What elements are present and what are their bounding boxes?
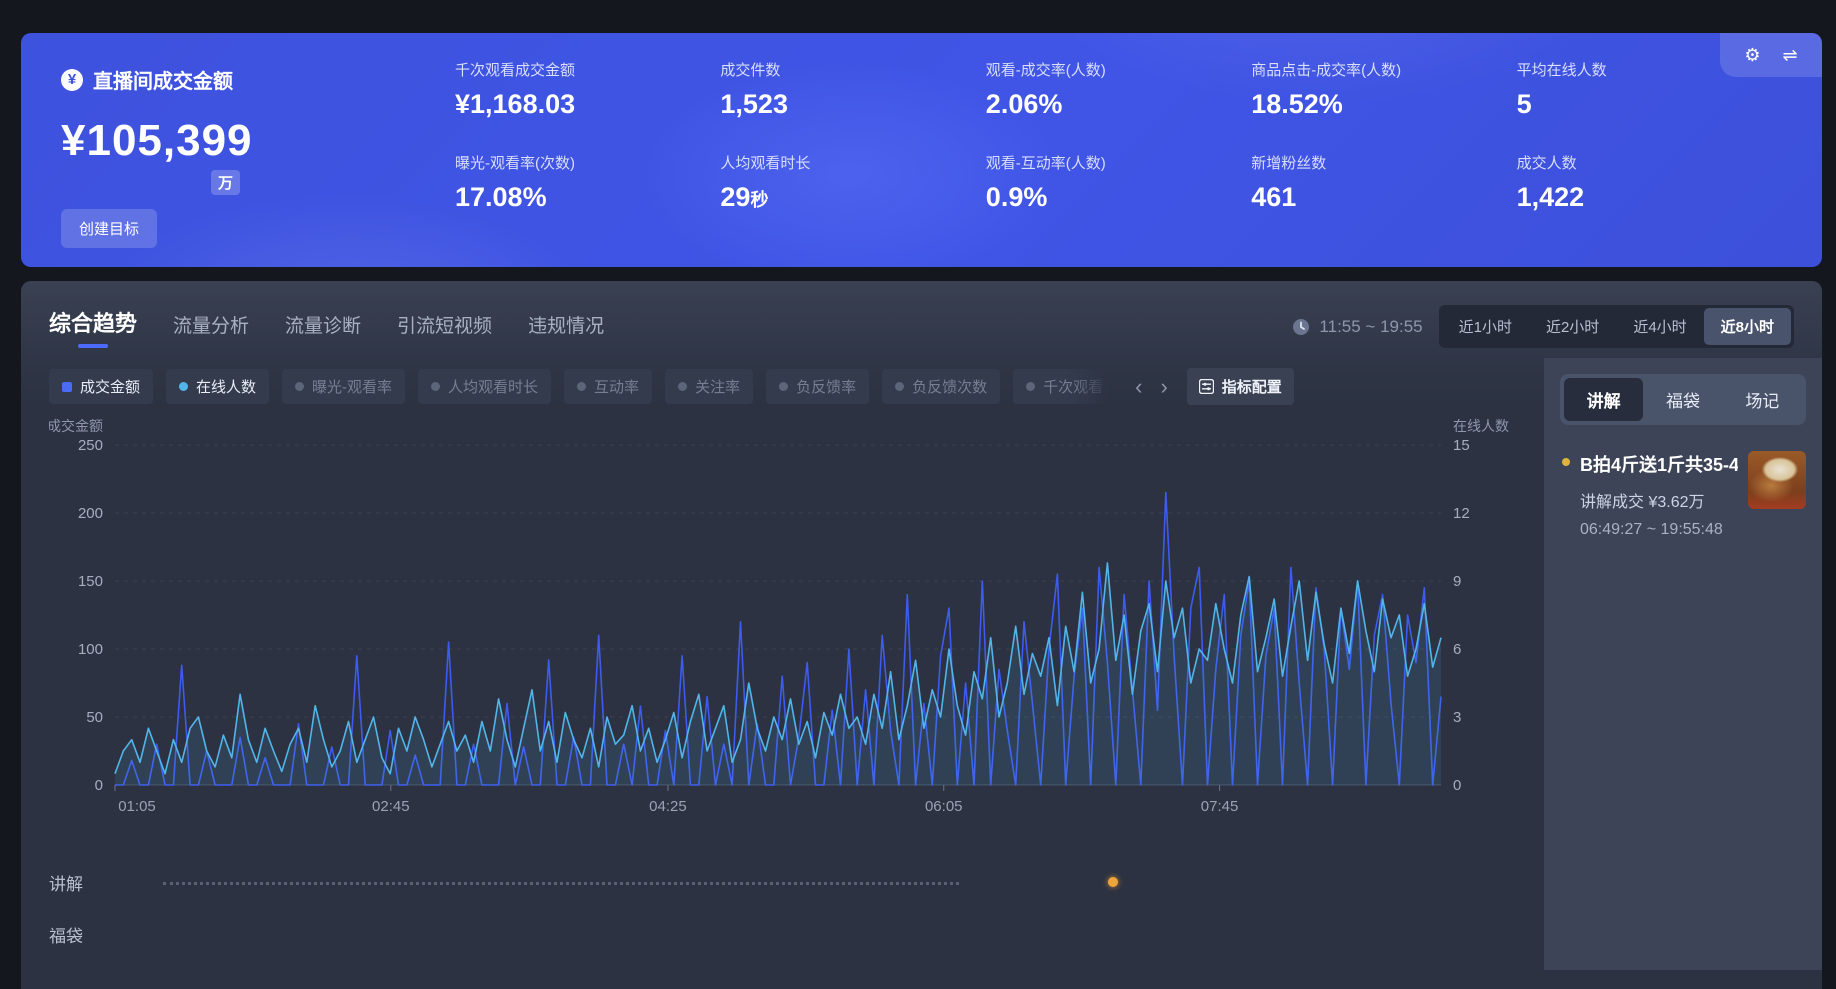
metric-order-count: 成交件数 1,523 — [720, 59, 975, 152]
svg-text:07:45: 07:45 — [1201, 798, 1239, 815]
metric-cpm-gmv: 千次观看成交金额 ¥1,168.03 — [455, 59, 710, 152]
metric-avg-watch-time: 人均观看时长 29秒 — [720, 152, 975, 245]
metric-click-conversion: 商品点击-成交率(人数) 18.52% — [1251, 59, 1506, 152]
explain-product-item[interactable]: B拍4斤送1斤共35-4... 讲解成交 ¥3.62万 06:49:27 ~ 1… — [1560, 451, 1806, 539]
range-8h-button[interactable]: 近8小时 — [1704, 308, 1791, 345]
tab-traffic-analysis[interactable]: 流量分析 — [173, 311, 249, 348]
svg-text:50: 50 — [86, 709, 103, 726]
explain-row-label: 讲解 — [49, 870, 121, 895]
gmv-unit-badge: 万 — [211, 170, 240, 195]
tab-violations[interactable]: 违规情况 — [528, 311, 604, 348]
trend-panel-header: 综合趋势 流量分析 流量诊断 引流短视频 违规情况 11:55 ~ 19:55 … — [21, 281, 1822, 358]
yen-circle-icon: ¥ — [61, 69, 83, 91]
legend-negative-count[interactable]: 负反馈次数 — [882, 369, 1000, 404]
legend-interaction[interactable]: 互动率 — [564, 369, 652, 404]
svg-text:0: 0 — [95, 777, 103, 794]
time-range-display: 11:55 ~ 19:55 — [1292, 317, 1422, 337]
explain-marker-row: 讲解 — [49, 860, 1518, 904]
create-goal-button[interactable]: 创建目标 — [61, 209, 157, 248]
series-marker — [779, 382, 788, 391]
series-marker — [431, 382, 440, 391]
metric-new-fans: 新增粉丝数 461 — [1251, 152, 1506, 245]
svg-text:01:05: 01:05 — [118, 798, 156, 815]
explain-event-dot[interactable] — [1108, 877, 1118, 887]
sidebar-tab-explain[interactable]: 讲解 — [1564, 378, 1643, 421]
product-thumbnail — [1748, 451, 1806, 509]
range-4h-button[interactable]: 近4小时 — [1616, 308, 1703, 345]
legend-follow[interactable]: 关注率 — [665, 369, 753, 404]
bullet-dot-icon — [1562, 458, 1570, 466]
product-title: B拍4斤送1斤共35-4... — [1580, 451, 1738, 477]
series-marker — [62, 382, 72, 392]
lucky-bag-row-label: 福袋 — [49, 922, 121, 947]
svg-text:04:25: 04:25 — [649, 798, 687, 815]
svg-text:06:05: 06:05 — [925, 798, 963, 815]
legend-scroll-arrows: ‹ › — [1135, 376, 1168, 398]
metric-config-button[interactable]: 指标配置 — [1187, 368, 1294, 405]
legend-watch-time[interactable]: 人均观看时长 — [418, 369, 551, 404]
metric-legend-row: 成交金额 在线人数 曝光-观看率 人均观看时长 互动率 关注率 负反馈率 负反馈… — [49, 362, 1518, 417]
tab-short-video[interactable]: 引流短视频 — [397, 311, 492, 348]
series-marker — [678, 382, 687, 391]
legend-online[interactable]: 在线人数 — [166, 369, 269, 404]
svg-text:6: 6 — [1453, 641, 1461, 658]
trend-panel: 综合趋势 流量分析 流量诊断 引流短视频 违规情况 11:55 ~ 19:55 … — [21, 281, 1822, 989]
product-deal-amount: 讲解成交 ¥3.62万 — [1580, 488, 1738, 512]
clock-icon — [1292, 318, 1310, 336]
metric-view-conversion: 观看-成交率(人数) 2.06% — [986, 59, 1241, 152]
legend-gmv[interactable]: 成交金额 — [49, 369, 153, 404]
chevron-right-icon[interactable]: › — [1160, 376, 1167, 398]
svg-text:15: 15 — [1453, 437, 1470, 454]
legend-cpm[interactable]: 千次观看 — [1013, 369, 1116, 404]
series-marker — [577, 382, 586, 391]
tab-traffic-diagnosis[interactable]: 流量诊断 — [285, 311, 361, 348]
svg-text:100: 100 — [78, 641, 103, 658]
svg-text:250: 250 — [78, 437, 103, 454]
gear-icon[interactable]: ⚙ — [1744, 46, 1760, 64]
time-range-text: 11:55 ~ 19:55 — [1319, 317, 1422, 337]
banner-metrics-grid: 千次观看成交金额 ¥1,168.03 成交件数 1,523 观看-成交率(人数)… — [391, 33, 1812, 267]
metric-exposure-view-rate: 曝光-观看率(次数) 17.08% — [455, 152, 710, 245]
banner-title-row: ¥ 直播间成交金额 — [61, 65, 391, 94]
svg-text:150: 150 — [78, 573, 103, 590]
explain-dotted-line — [163, 882, 959, 885]
range-2h-button[interactable]: 近2小时 — [1529, 308, 1616, 345]
legend-negative-rate[interactable]: 负反馈率 — [766, 369, 869, 404]
series-marker — [179, 382, 188, 391]
series-marker — [895, 382, 904, 391]
sidebar-tabs: 讲解 福袋 场记 — [1560, 374, 1806, 425]
explain-sidebar: 讲解 福袋 场记 B拍4斤送1斤共35-4... 讲解成交 ¥3.62万 06:… — [1544, 358, 1822, 970]
svg-text:12: 12 — [1453, 505, 1470, 522]
product-time-range: 06:49:27 ~ 19:55:48 — [1580, 521, 1738, 539]
trend-tabs: 综合趋势 流量分析 流量诊断 引流短视频 违规情况 — [49, 306, 604, 348]
sliders-icon — [1199, 379, 1214, 394]
swap-icon[interactable]: ⇌ — [1783, 46, 1798, 64]
sidebar-tab-log[interactable]: 场记 — [1723, 378, 1802, 421]
svg-text:02:45: 02:45 — [372, 798, 410, 815]
svg-text:200: 200 — [78, 505, 103, 522]
banner-title: 直播间成交金额 — [93, 65, 233, 94]
metric-buyer-count: 成交人数 1,422 — [1517, 152, 1772, 245]
explain-track — [121, 860, 1518, 904]
lucky-bag-marker-row: 福袋 — [49, 912, 1518, 956]
svg-text:3: 3 — [1453, 709, 1461, 726]
gmv-main-value: ¥105,399 — [61, 116, 391, 166]
svg-text:0: 0 — [1453, 777, 1461, 794]
tab-overall-trend[interactable]: 综合趋势 — [49, 306, 137, 348]
chevron-left-icon[interactable]: ‹ — [1135, 376, 1142, 398]
banner-corner-actions: ⚙ ⇌ — [1720, 33, 1822, 77]
legend-exposure-view[interactable]: 曝光-观看率 — [282, 369, 405, 404]
summary-banner: ¥ 直播间成交金额 ¥105,399 万 创建目标 千次观看成交金额 ¥1,16… — [21, 33, 1822, 267]
series-marker — [295, 382, 304, 391]
chart-zone: 成交金额 在线人数 曝光-观看率 人均观看时长 互动率 关注率 负反馈率 负反馈… — [21, 358, 1544, 970]
metric-interaction-rate: 观看-互动率(人数) 0.9% — [986, 152, 1241, 245]
series-marker — [1026, 382, 1035, 391]
trend-line-chart[interactable]: 成交金额 在线人数 0 0 50 3 100 6 150 9 200 12 250 15 01:05 02:4… — [49, 417, 1509, 847]
range-button-group: 近1小时 近2小时 近4小时 近8小时 — [1439, 305, 1794, 348]
svg-text:成交金额: 成交金额 — [49, 418, 103, 434]
range-1h-button[interactable]: 近1小时 — [1442, 308, 1529, 345]
svg-text:在线人数: 在线人数 — [1453, 418, 1509, 434]
sidebar-tab-lucky-bag[interactable]: 福袋 — [1643, 378, 1722, 421]
svg-text:9: 9 — [1453, 573, 1461, 590]
